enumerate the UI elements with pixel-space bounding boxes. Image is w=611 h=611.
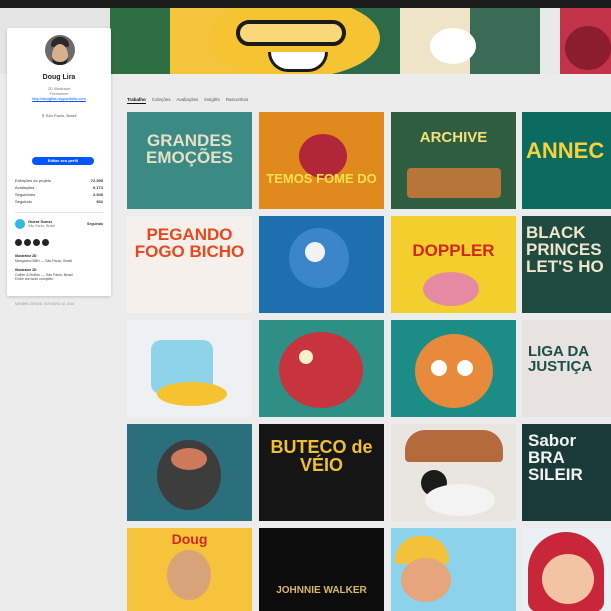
stat-value: 72.595 — [90, 178, 103, 183]
tab-colecoes[interactable]: Coleções — [152, 97, 171, 104]
project-tile[interactable] — [127, 320, 252, 417]
project-tile[interactable]: TEMOS FOME DO — [259, 112, 384, 209]
project-title: BLACK PRINCES LET'S HO — [526, 223, 604, 276]
project-title: PEGANDO FOGO BICHO — [134, 225, 245, 261]
profile-stats: Exibições do projeto 72.595 Avaliações 9.1… — [15, 177, 103, 205]
stat-value: 932 — [96, 199, 103, 204]
top-bar — [0, 0, 611, 8]
project-tile[interactable]: BLACK PRINCES LET'S HO — [522, 216, 611, 313]
tab-rascunhos[interactable]: Rascunhos — [226, 97, 249, 104]
about-title: Illustrator 2D — [15, 254, 37, 258]
avatar[interactable] — [45, 35, 75, 65]
project-illustration — [431, 360, 447, 376]
facebook-icon[interactable] — [24, 239, 31, 246]
project-tile[interactable]: JOHNNIE WALKER — [259, 528, 384, 611]
owner-row: Guest Guest São Paulo, Brasil Seguindo — [15, 218, 103, 232]
stat-label: Seguidores — [15, 192, 36, 197]
owner-avatar[interactable] — [15, 219, 25, 229]
project-illustration — [407, 168, 501, 198]
tab-avaliacoes[interactable]: Avaliações — [177, 97, 199, 104]
project-illustration — [457, 360, 473, 376]
project-tile[interactable]: ARCHIVE — [391, 112, 516, 209]
project-illustration — [299, 350, 313, 364]
about-title: Illustrator 2D — [15, 268, 37, 272]
project-illustration — [405, 430, 503, 462]
profile-name: Doug Lira — [42, 74, 76, 81]
stat-row: Exibições do projeto 72.595 — [15, 177, 103, 184]
project-tile[interactable]: BUTECO de VÉIO — [259, 424, 384, 521]
project-illustration — [415, 334, 493, 408]
project-illustration — [171, 448, 207, 470]
stat-value: 2.945 — [92, 192, 103, 197]
project-title: BUTECO de VÉIO — [270, 437, 373, 475]
project-tile[interactable] — [391, 528, 516, 611]
about-entry: Illustrator 2D Mangarino BBH — São Paulo… — [15, 254, 105, 263]
social-links — [15, 239, 49, 246]
tab-insights[interactable]: Insights — [204, 97, 220, 104]
project-tile[interactable]: ANNEC — [522, 112, 611, 209]
owner-follow-button[interactable]: Seguindo — [87, 222, 103, 226]
project-tile[interactable]: PEGANDO FOGO BICHO — [127, 216, 252, 313]
stat-row: Seguindo 932 — [15, 198, 103, 205]
project-illustration — [425, 484, 495, 516]
profile-website-link[interactable]: http://douglira.myportfolio.com — [7, 96, 111, 101]
project-tile[interactable] — [391, 424, 516, 521]
banner-shape — [565, 26, 611, 70]
banner-character-glasses — [236, 20, 346, 46]
profile-tabs: Trabalho Coleções Avaliações Insights Ra… — [127, 97, 248, 104]
about-more-link[interactable]: Exibir currículo completo — [15, 277, 53, 281]
project-illustration — [279, 332, 363, 408]
stat-label: Avaliações — [15, 185, 35, 190]
project-title: ANNEC — [526, 138, 605, 163]
divider — [15, 212, 103, 213]
twitter-icon[interactable] — [15, 239, 22, 246]
project-illustration — [423, 272, 479, 306]
project-title: ARCHIVE — [419, 129, 488, 146]
project-tile[interactable]: Doug — [127, 528, 252, 611]
profile-location: ⚲ São Paulo, Brazil — [7, 113, 111, 118]
project-title: DOPPLER — [412, 241, 495, 260]
project-tile[interactable]: DOPPLER — [391, 216, 516, 313]
banner-shape — [430, 28, 476, 64]
profile-location-text: São Paulo, Brazil — [45, 113, 77, 118]
project-title: Sabor BRA SILEIR — [528, 431, 583, 484]
tab-trabalho[interactable]: Trabalho — [127, 97, 146, 104]
edit-profile-button[interactable]: Editar seu perfil — [32, 157, 94, 165]
member-since: MEMBRO DESDE: OUTUBRO 18, 2016 — [15, 302, 75, 306]
project-tile[interactable]: Sabor BRA SILEIR — [522, 424, 611, 521]
stat-row: Seguidores 2.945 — [15, 191, 103, 198]
project-title: TEMOS FOME DO — [266, 171, 377, 186]
project-tile[interactable] — [259, 320, 384, 417]
project-tile[interactable] — [259, 216, 384, 313]
project-title: Doug — [171, 531, 208, 547]
owner-location: São Paulo, Brasil — [28, 224, 55, 228]
stat-value: 9.173 — [92, 185, 103, 190]
project-tile[interactable]: LIGA DA JUSTIÇA — [522, 320, 611, 417]
project-tile[interactable]: GRANDES EMOÇÕES — [127, 112, 252, 209]
profile-card: Doug Lira 2D Illustrator Freelancer http… — [7, 28, 111, 306]
stat-row: Avaliações 9.173 — [15, 184, 103, 191]
project-illustration — [542, 554, 594, 604]
project-title: LIGA DA JUSTIÇA — [528, 343, 593, 375]
project-illustration — [305, 242, 325, 262]
project-illustration — [167, 550, 211, 600]
project-tile[interactable] — [391, 320, 516, 417]
stat-label: Exibições do projeto — [15, 178, 52, 183]
project-title: JOHNNIE WALKER — [276, 585, 367, 596]
project-illustration — [401, 558, 451, 602]
about-text: Coffee & Mother — São Paulo, Brasil — [15, 272, 73, 277]
about-entry: Illustrator 2D Coffee & Mother — São Pau… — [15, 268, 105, 282]
instagram-icon[interactable] — [33, 239, 40, 246]
project-illustration — [157, 382, 227, 406]
about-text: Mangarino BBH — São Paulo, Brasil — [15, 258, 72, 263]
stat-label: Seguindo — [15, 199, 32, 204]
dribbble-icon[interactable] — [42, 239, 49, 246]
project-tile[interactable] — [522, 528, 611, 611]
project-tile[interactable] — [127, 424, 252, 521]
project-title: GRANDES EMOÇÕES — [146, 131, 233, 167]
